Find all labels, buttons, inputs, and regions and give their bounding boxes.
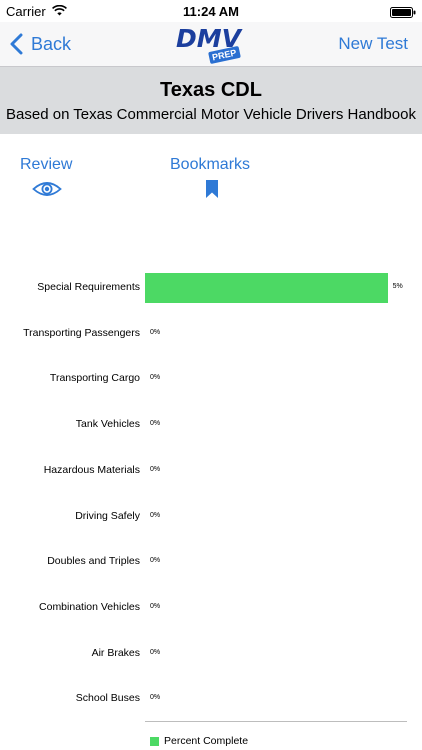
dmv-prep-logo: DMV PREP (176, 24, 248, 65)
chart-category-label: Driving Safely (75, 509, 140, 522)
chart-value-label: 0% (150, 602, 161, 610)
chart-category-label: Transporting Passengers (23, 326, 140, 339)
chart-category-label: Hazardous Materials (43, 463, 140, 476)
review-tab[interactable]: Review (20, 156, 74, 196)
bookmark-icon (206, 180, 218, 203)
chart-category-label: School Buses (75, 692, 140, 705)
chart-category-label: Tank Vehicles (75, 418, 140, 431)
chart-value-label: 0% (150, 511, 161, 519)
chart-value-label: 0% (150, 465, 161, 473)
chart-category-label: Transporting Cargo (49, 372, 140, 385)
chart-value-label: 0% (150, 420, 161, 428)
review-label: Review (20, 156, 73, 173)
bookmarks-tab[interactable]: Bookmarks (170, 156, 254, 198)
chart-value-label: 0% (150, 374, 161, 382)
chart-category-label: Combination Vehicles (39, 600, 140, 613)
back-label: Back (31, 33, 72, 54)
test-title: Texas CDL (160, 79, 262, 101)
test-subtitle: Based on Texas Commercial Motor Vehicle … (6, 106, 416, 123)
navigation-bar: Back DMV PREP New Test (0, 22, 422, 67)
new-test-button[interactable]: New Test (338, 34, 408, 54)
chart-bar (145, 273, 388, 303)
chart-legend: Percent Complete (150, 735, 248, 747)
back-button[interactable]: Back (10, 30, 71, 58)
chart-axis-line (145, 721, 407, 722)
chart-value-label: 5% (392, 283, 403, 290)
chart-category-label: Special Requirements (37, 281, 140, 293)
legend-label: Percent Complete (164, 735, 249, 747)
test-header: Texas CDL Based on Texas Commercial Moto… (0, 67, 422, 134)
legend-swatch (150, 736, 159, 746)
chart-value-label: 0% (150, 694, 161, 702)
chart-value-label: 0% (150, 648, 161, 656)
chart-category-label: Doubles and Triples (47, 555, 140, 568)
battery-icon (390, 6, 416, 21)
chart-category-label: Air Brakes (91, 646, 140, 659)
bookmarks-label: Bookmarks (170, 156, 251, 173)
progress-chart: Percent Complete Special Requirements 5% T… (0, 264, 422, 750)
chart-value-label: 0% (150, 557, 161, 565)
eye-icon (32, 180, 62, 203)
chevron-left-icon (10, 33, 23, 55)
status-time: 11:24 AM (183, 4, 239, 19)
chart-value-label: 0% (150, 328, 161, 336)
status-bar: Carrier 11:24 AM (0, 0, 422, 22)
